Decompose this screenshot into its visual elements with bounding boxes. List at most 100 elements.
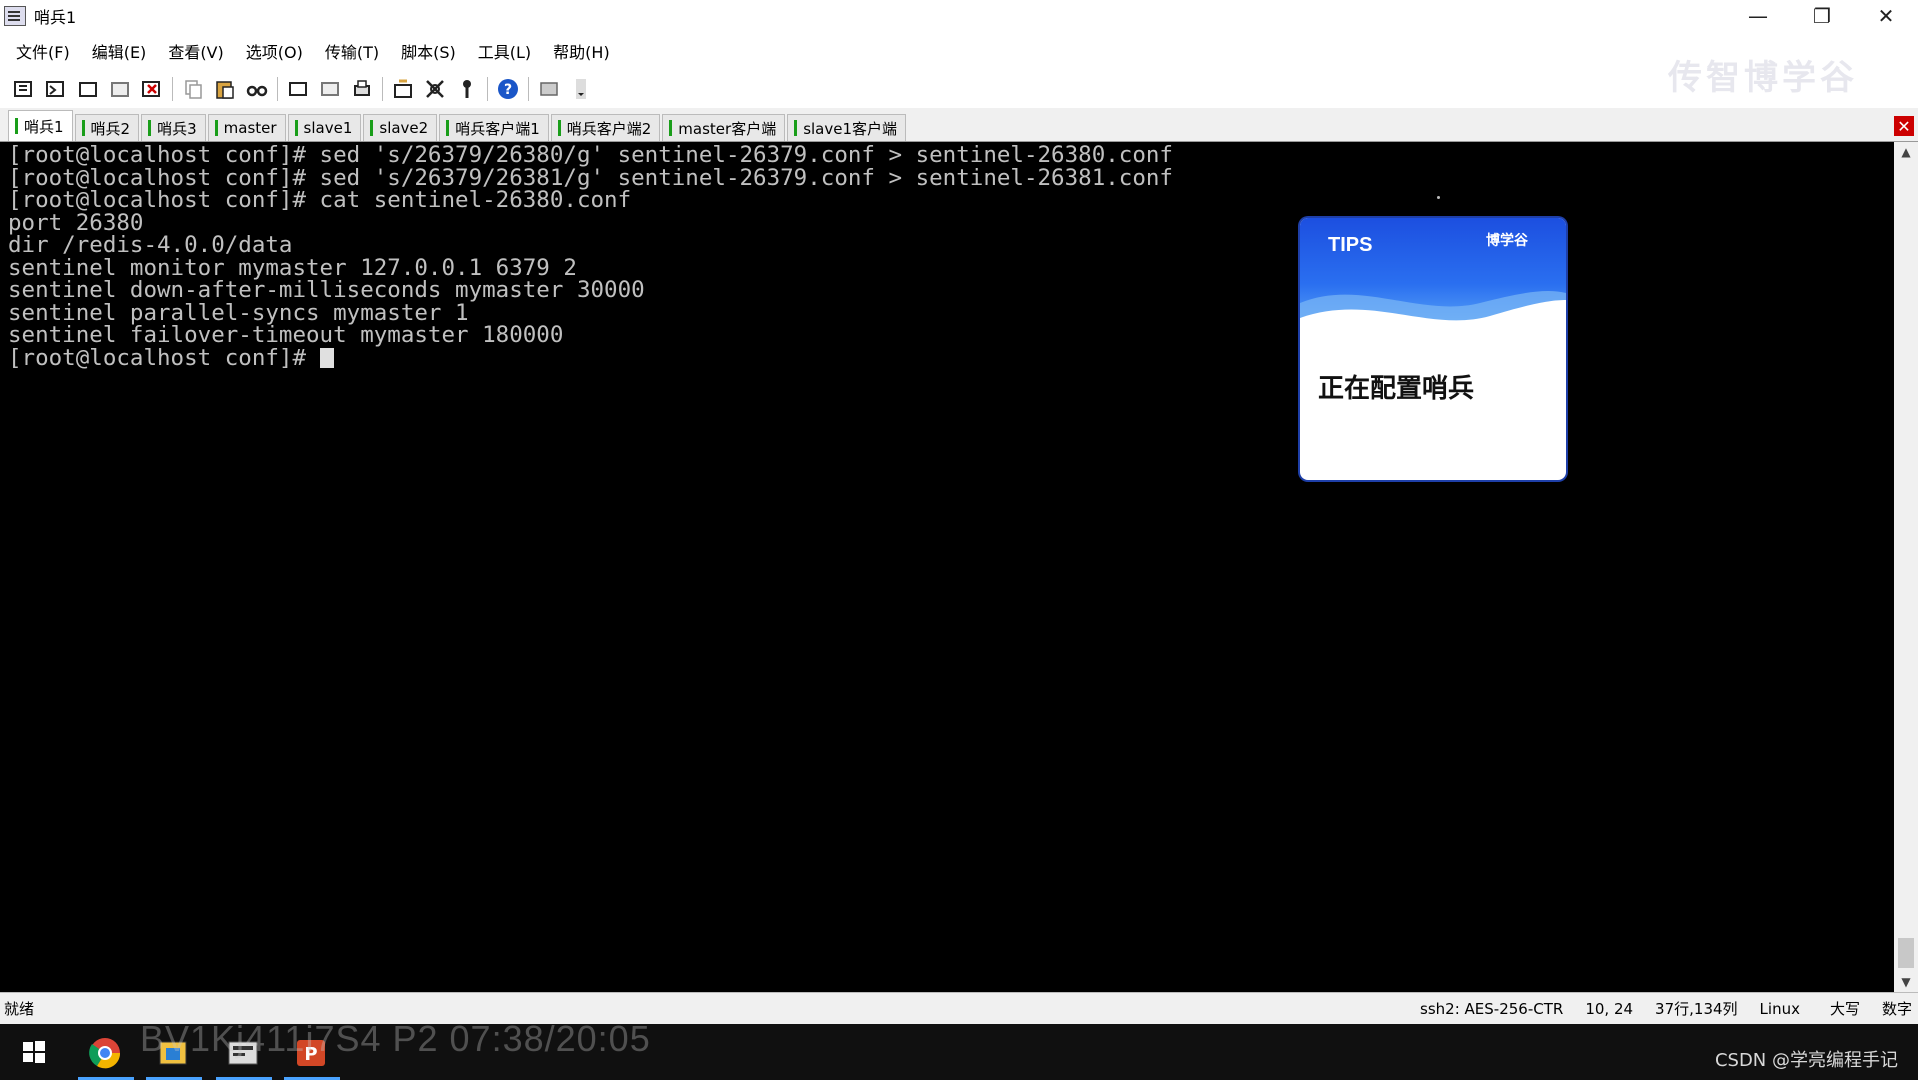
toolbar-separator <box>277 77 278 101</box>
tab-sentinel2[interactable]: 哨兵2 <box>74 114 140 141</box>
close-button[interactable]: ✕ <box>1856 0 1916 32</box>
toolbar-separator <box>528 77 529 101</box>
terminal-cursor <box>319 348 334 368</box>
terminal-line: sentinel parallel-syncs mymaster 1 <box>8 299 469 326</box>
terminal-prompt: [root@localhost conf]# <box>8 344 320 371</box>
terminal-line: sentinel down-after-milliseconds mymaste… <box>8 277 645 303</box>
copy-icon[interactable] <box>181 77 205 101</box>
connection-status-indicator <box>148 120 152 136</box>
quick-connect-icon[interactable] <box>44 77 68 101</box>
title-bar: 哨兵1 — ❐ ✕ <box>0 0 1918 32</box>
disconnect-icon[interactable] <box>140 77 164 101</box>
tab-sentinel1[interactable]: 哨兵1 <box>8 110 73 141</box>
tab-slave1-client[interactable]: slave1客户端 <box>787 114 907 141</box>
terminal-line: sentinel failover-timeout mymaster 18000… <box>8 322 564 348</box>
connection-status-indicator <box>446 120 450 136</box>
status-cursor-position: 10, 24 <box>1585 999 1634 1018</box>
terminal-prompt-line: [root@localhost conf]# <box>8 344 1886 371</box>
tips-message: 正在配置哨兵 <box>1318 374 1475 404</box>
help-icon[interactable]: ? <box>496 77 520 101</box>
vertical-scrollbar[interactable]: ▲ ▼ <box>1894 142 1918 992</box>
terminal-line: dir /redis-4.0.0/data <box>8 232 293 258</box>
close-tab-icon[interactable]: ✕ <box>1894 116 1914 136</box>
menu-options[interactable]: 选项(O) <box>246 39 303 63</box>
menu-transfer[interactable]: 传输(T) <box>325 39 379 63</box>
menu-tools[interactable]: 工具(L) <box>478 39 531 63</box>
chrome-icon[interactable] <box>86 1034 124 1072</box>
new-tab-icon[interactable] <box>76 77 100 101</box>
tab-label: slave1 <box>303 119 353 137</box>
toolbar-overflow-icon[interactable] <box>569 77 586 101</box>
key-icon[interactable] <box>455 77 479 101</box>
minimize-button[interactable]: — <box>1728 0 1788 32</box>
menu-edit[interactable]: 编辑(E) <box>92 39 147 63</box>
session-options-icon[interactable] <box>391 77 415 101</box>
keymap-icon[interactable] <box>537 77 561 101</box>
tab-slave1[interactable]: slave1 <box>287 114 362 141</box>
terminal-line: port 26380 <box>8 209 144 236</box>
tab-label: slave1客户端 <box>803 119 898 138</box>
tab-label: 哨兵客户端2 <box>566 119 652 138</box>
terminal-line: [root@localhost conf]# sed 's/26379/2638… <box>8 142 1173 168</box>
connection-status-indicator <box>370 120 374 136</box>
global-options-icon[interactable] <box>423 77 447 101</box>
print-icon[interactable] <box>350 77 374 101</box>
find-icon[interactable] <box>245 77 269 101</box>
tips-brand-logo: 博学谷 <box>1486 233 1528 249</box>
watermark-logo: 传智博学谷 <box>1668 58 1858 98</box>
tab-slave2[interactable]: slave2 <box>363 114 438 141</box>
scroll-down-icon[interactable]: ▼ <box>1894 972 1918 992</box>
tab-label: 哨兵3 <box>157 119 197 138</box>
tab-master[interactable]: master <box>207 114 286 141</box>
csdn-watermark: CSDN @学亮编程手记 <box>1714 1050 1898 1071</box>
tab-label: 哨兵1 <box>24 117 64 136</box>
connection-status-indicator <box>214 120 218 136</box>
scroll-up-icon[interactable]: ▲ <box>1894 142 1918 162</box>
svg-text:?: ? <box>504 82 512 98</box>
connection-status-indicator <box>669 120 673 136</box>
windows-start-icon[interactable] <box>22 1040 46 1064</box>
window-title: 哨兵1 <box>34 8 77 27</box>
session-tab-bar: 哨兵1 哨兵2 哨兵3 master slave1 slave2 哨兵客户端1 … <box>0 108 1918 142</box>
menu-help[interactable]: 帮助(H) <box>553 39 610 63</box>
tab-label: slave2 <box>379 119 429 137</box>
status-os: Linux <box>1759 999 1800 1018</box>
connection-status-indicator <box>15 118 18 134</box>
status-terminal-size: 37行,134列 <box>1655 1000 1738 1018</box>
restore-button[interactable]: ❐ <box>1792 0 1852 32</box>
connection-status-indicator <box>81 120 85 136</box>
menu-file[interactable]: 文件(F) <box>16 39 70 63</box>
log-icon[interactable] <box>318 77 342 101</box>
dot-decoration <box>1437 196 1440 199</box>
reconnect-icon[interactable] <box>108 77 132 101</box>
connection-status-indicator <box>794 120 798 136</box>
terminal-output[interactable]: [root@localhost conf]# sed 's/26379/2638… <box>0 142 1894 992</box>
wave-decoration <box>1300 291 1566 348</box>
tab-label: master <box>223 119 277 137</box>
paste-icon[interactable] <box>213 77 237 101</box>
tab-sentinel-client2[interactable]: 哨兵客户端2 <box>550 114 661 141</box>
connect-icon[interactable] <box>12 77 36 101</box>
menu-bar: 文件(F) 编辑(E) 查看(V) 选项(O) 传输(T) 脚本(S) 工具(L… <box>0 32 1918 70</box>
connection-status-indicator <box>294 120 298 136</box>
scroll-thumb[interactable] <box>1898 938 1914 968</box>
tab-sentinel-client1[interactable]: 哨兵客户端1 <box>439 114 549 141</box>
tab-label: 哨兵客户端1 <box>455 119 540 138</box>
tab-label: 哨兵2 <box>90 119 131 138</box>
tab-master-client[interactable]: master客户端 <box>662 114 786 141</box>
connection-status-indicator <box>557 120 561 136</box>
status-cipher: ssh2: AES-256-CTR <box>1420 999 1564 1018</box>
menu-view[interactable]: 查看(V) <box>168 39 223 63</box>
tips-card: TIPS 博学谷 正在配置哨兵 <box>1300 218 1566 480</box>
video-overlay-code: BV1Kj411i7S4 P2 07:38/20:05 <box>140 1018 651 1059</box>
tab-sentinel3[interactable]: 哨兵3 <box>141 114 206 141</box>
print-setup-icon[interactable] <box>286 77 310 101</box>
tab-label: master客户端 <box>678 119 777 138</box>
status-ready: 就绪 <box>4 1000 35 1018</box>
toolbar: ? <box>0 70 1918 108</box>
app-icon <box>4 6 26 26</box>
toolbar-separator <box>382 77 383 101</box>
toolbar-separator <box>172 77 173 101</box>
tips-label: TIPS <box>1328 234 1373 256</box>
menu-script[interactable]: 脚本(S) <box>401 39 456 63</box>
